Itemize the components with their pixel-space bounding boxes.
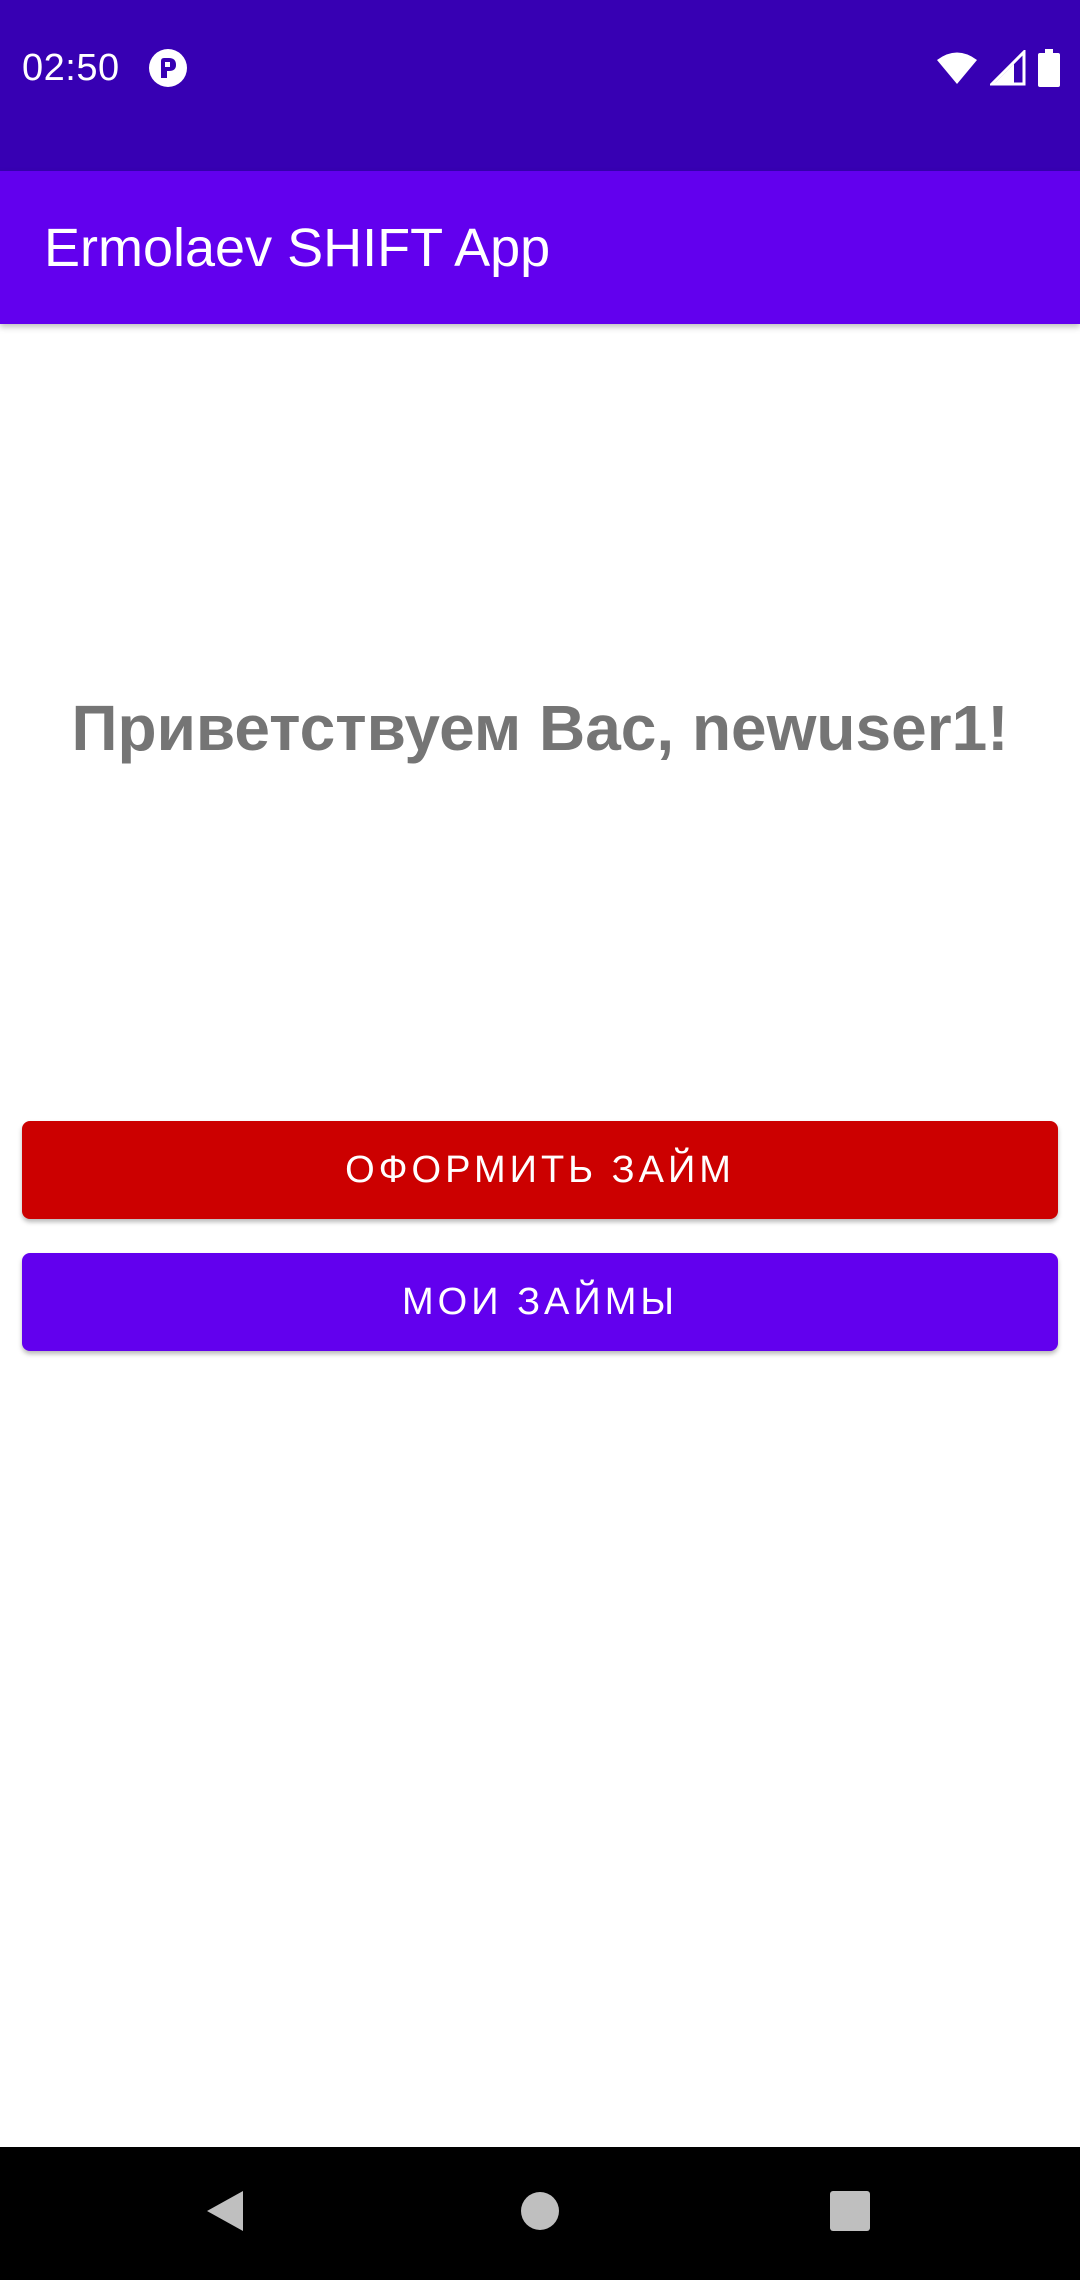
my-loans-button[interactable]: МОИ ЗАЙМЫ — [22, 1253, 1058, 1351]
app-notification-icon — [148, 48, 188, 88]
recents-button[interactable] — [790, 2147, 910, 2280]
back-button[interactable] — [165, 2147, 285, 2280]
app-bar: Ermolaev SHIFT App — [0, 171, 1080, 324]
navigation-bar — [0, 2147, 1080, 2280]
wifi-icon — [936, 51, 978, 85]
app-title: Ermolaev SHIFT App — [44, 218, 551, 278]
status-time: 02:50 — [22, 47, 120, 89]
status-icons — [936, 48, 1060, 88]
back-icon — [203, 2187, 247, 2240]
status-bar: 02:50 — [0, 0, 1080, 171]
screen: 02:50 Ermolaev SHIFT App Приветствуем Ва… — [0, 0, 1080, 2280]
signal-icon — [990, 50, 1026, 86]
greeting-text: Приветствуем Вас, newuser1! — [71, 692, 1009, 764]
recents-icon — [829, 2190, 871, 2237]
battery-icon — [1038, 49, 1060, 87]
home-button[interactable] — [480, 2147, 600, 2280]
home-icon — [520, 2191, 560, 2236]
apply-loan-button[interactable]: ОФОРМИТЬ ЗАЙМ — [22, 1121, 1058, 1219]
